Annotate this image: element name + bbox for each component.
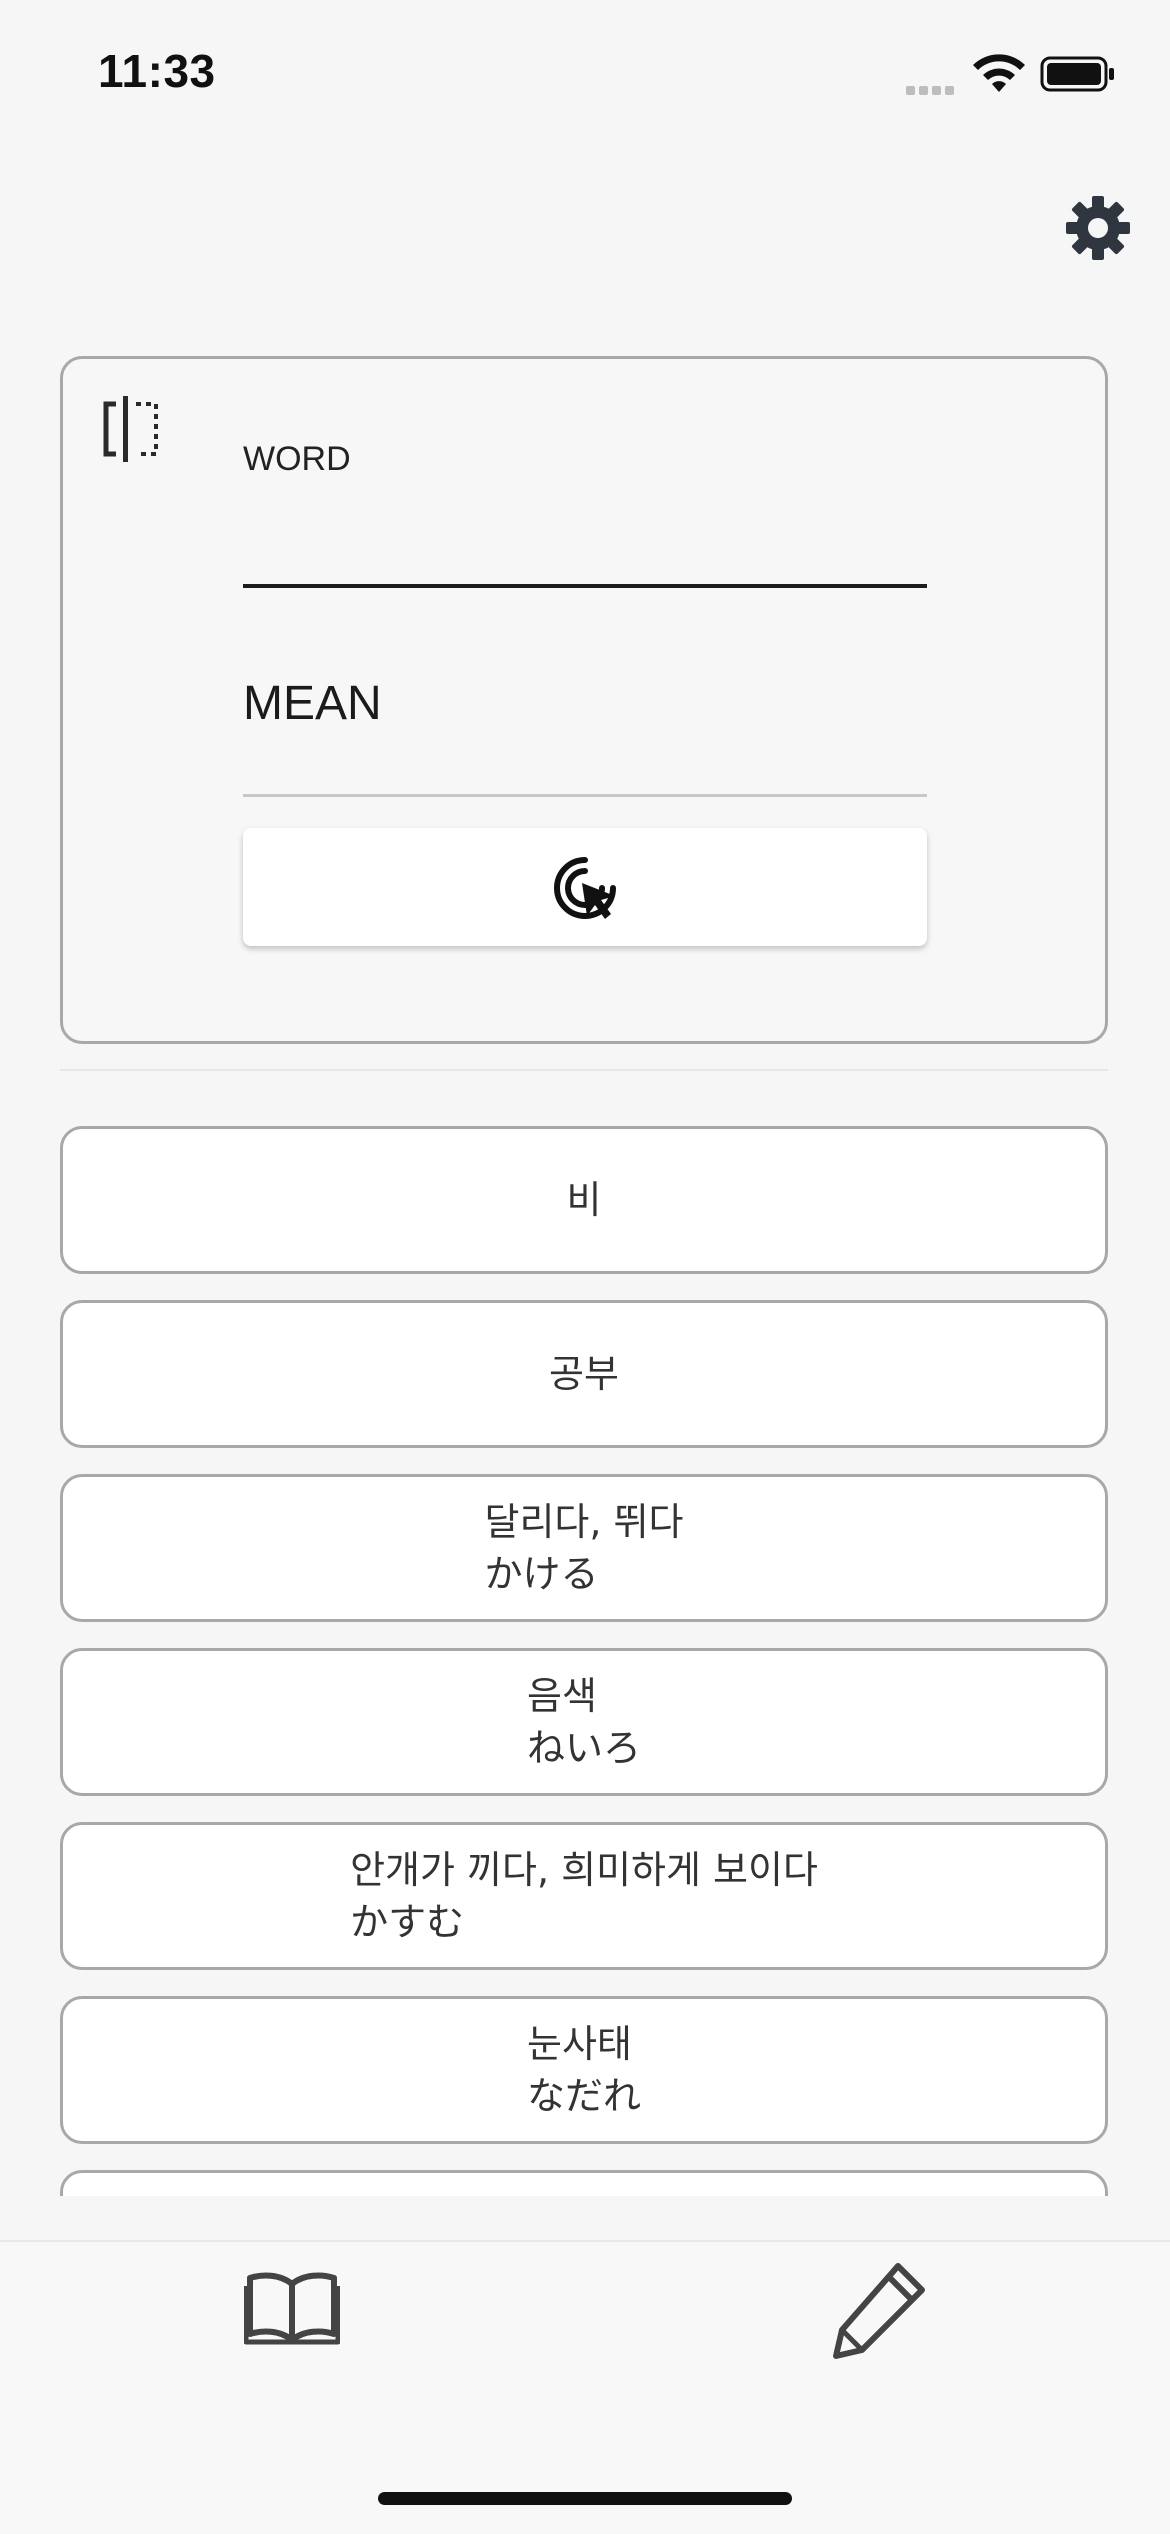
section-divider xyxy=(60,1069,1108,1071)
item-line: 음색 xyxy=(526,1674,597,1718)
split-view-icon[interactable] xyxy=(102,396,162,462)
word-label: WORD xyxy=(243,440,351,478)
item-line: 눈사태 xyxy=(526,2022,632,2066)
item-line: 달리다, 뛰다 xyxy=(484,1500,684,1544)
home-indicator xyxy=(378,2492,792,2505)
list-item[interactable]: 공부 xyxy=(60,1300,1108,1448)
word-input-underline xyxy=(243,584,927,588)
pencil-icon[interactable] xyxy=(828,2260,928,2360)
item-line: 비 xyxy=(566,1178,602,1222)
battery-icon xyxy=(1040,56,1114,92)
mean-input[interactable] xyxy=(243,660,931,792)
gear-icon[interactable] xyxy=(1062,192,1134,264)
list-item[interactable]: 달리다, 뛰다 かける xyxy=(60,1474,1108,1622)
mean-input-underline xyxy=(243,794,927,797)
list-item[interactable]: 비 xyxy=(60,1126,1108,1274)
word-input[interactable] xyxy=(243,500,931,582)
submit-button[interactable] xyxy=(243,828,927,946)
book-icon[interactable] xyxy=(244,2268,340,2346)
item-line: かける xyxy=(484,1552,599,1596)
status-time: 11:33 xyxy=(98,45,216,97)
item-line: 안개가 끼다, 희미하게 보이다 xyxy=(350,1848,818,1892)
word-list: 비 공부 달리다, 뛰다 かける 음색 ねいろ 안개가 끼다, 희미하게 보이다… xyxy=(0,1120,1170,2196)
status-bar: 11:33 xyxy=(0,0,1170,140)
tap-cursor-icon xyxy=(554,857,616,919)
tab-bar xyxy=(0,2240,1170,2534)
item-line: かすむ xyxy=(350,1900,465,1944)
list-item[interactable]: 눈사태 なだれ xyxy=(60,1996,1108,2144)
item-line: ねいろ xyxy=(526,1726,641,1770)
cellular-signal-icon xyxy=(906,80,958,95)
list-item[interactable]: 음색 ねいろ xyxy=(60,1648,1108,1796)
wifi-icon xyxy=(973,54,1025,92)
item-line: なだれ xyxy=(526,2074,641,2118)
item-line: 공부 xyxy=(549,1352,619,1396)
list-item[interactable] xyxy=(60,2170,1108,2196)
list-item[interactable]: 안개가 끼다, 희미하게 보이다 かすむ xyxy=(60,1822,1108,1970)
